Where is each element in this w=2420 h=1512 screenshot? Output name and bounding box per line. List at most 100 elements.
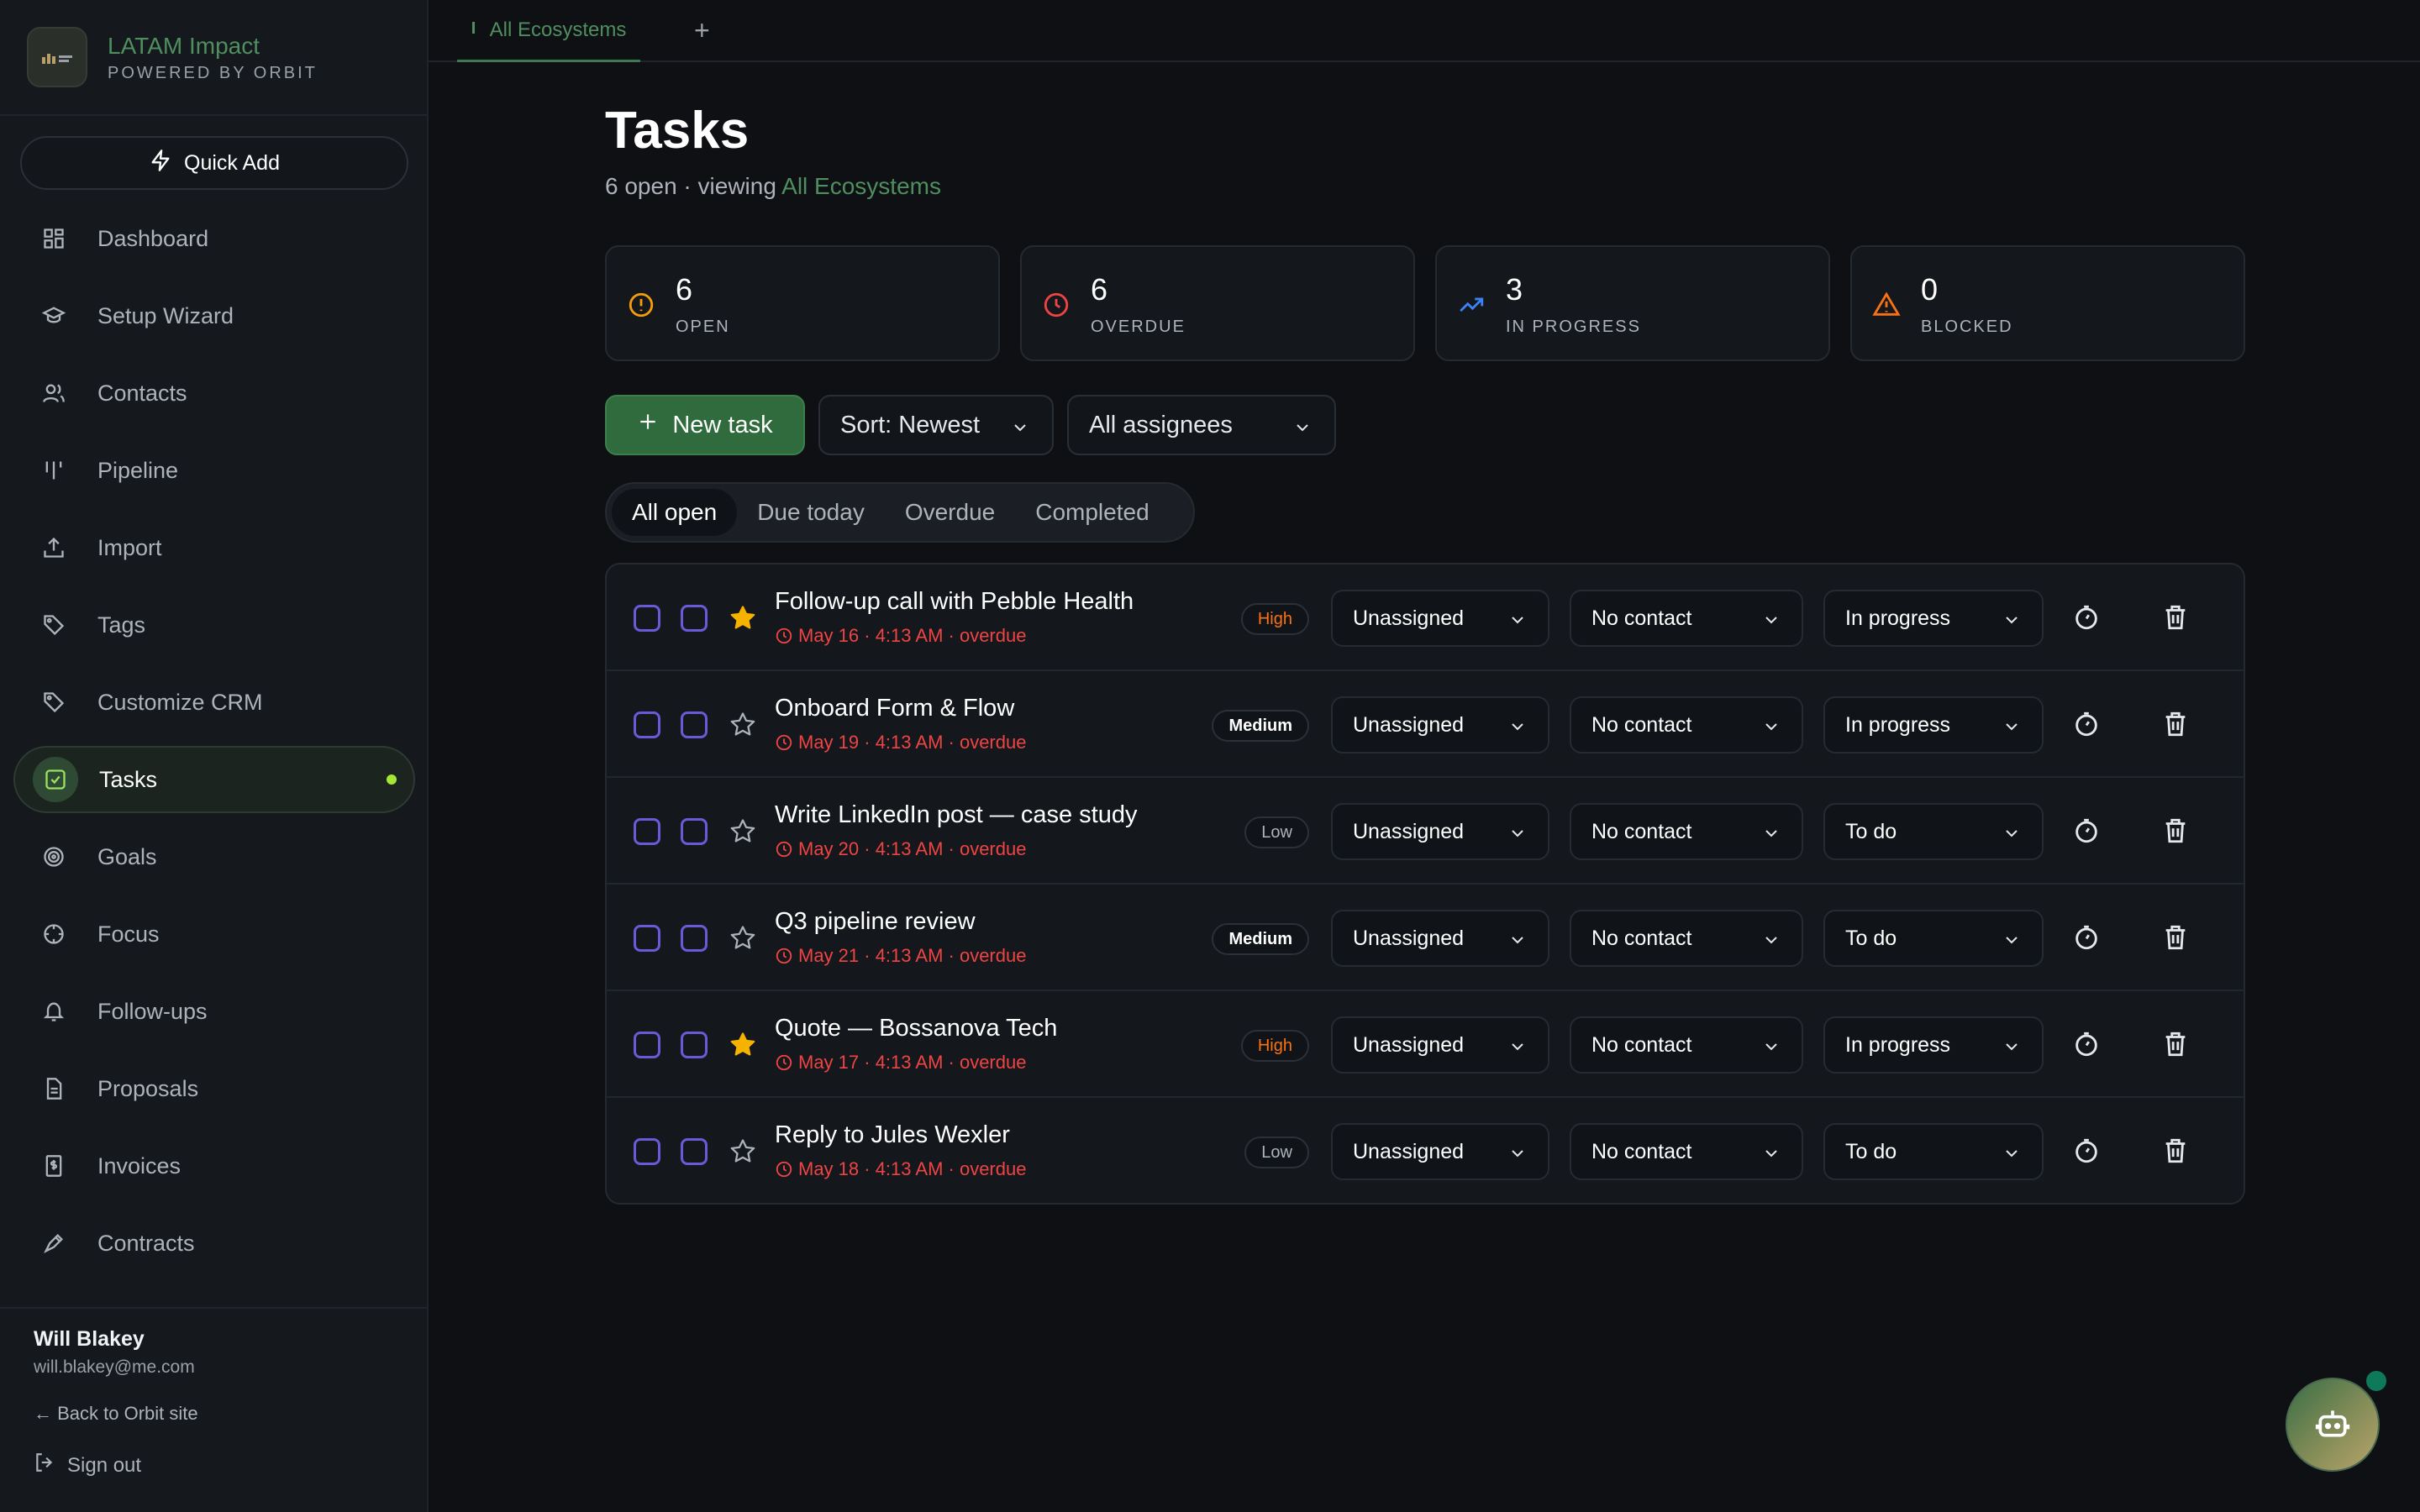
sign-out-label: Sign out xyxy=(67,1453,142,1477)
contact-value: No contact xyxy=(1591,606,1692,630)
sort-dropdown[interactable]: Sort: Newest xyxy=(818,395,1054,455)
select-checkbox[interactable] xyxy=(634,711,660,738)
task-title[interactable]: Write LinkedIn post — case study xyxy=(775,801,1137,829)
status-dropdown[interactable]: In progress xyxy=(1823,590,2044,647)
trash-icon[interactable] xyxy=(2161,1137,2190,1165)
assignee-filter-value: All assignees xyxy=(1089,411,1233,438)
assignee-dropdown[interactable]: Unassigned xyxy=(1331,1016,1549,1074)
sidebar-item-tags[interactable]: Tags xyxy=(13,591,415,659)
sidebar-item-dashboard[interactable]: Dashboard xyxy=(13,205,415,272)
task-due-text: May 17 · 4:13 AM · overdue xyxy=(798,1052,1027,1073)
contact-dropdown[interactable]: No contact xyxy=(1570,1123,1803,1180)
sign-out-button[interactable]: Sign out xyxy=(34,1452,141,1479)
status-dropdown[interactable]: To do xyxy=(1823,1123,2044,1180)
trash-icon[interactable] xyxy=(2161,603,2190,632)
tab-overdue[interactable]: Overdue xyxy=(885,489,1015,536)
assignee-dropdown[interactable]: Unassigned xyxy=(1331,910,1549,967)
task-due-text: May 18 · 4:13 AM · overdue xyxy=(798,1158,1027,1179)
complete-checkbox[interactable] xyxy=(681,711,708,738)
task-title[interactable]: Follow-up call with Pebble Health xyxy=(775,588,1134,616)
sidebar-item-label: Setup Wizard xyxy=(97,302,234,328)
status-dropdown[interactable]: To do xyxy=(1823,803,2044,860)
assignee-dropdown[interactable]: Unassigned xyxy=(1331,1123,1549,1180)
status-dropdown[interactable]: To do xyxy=(1823,910,2044,967)
task-title[interactable]: Onboard Form & Flow xyxy=(775,695,1014,722)
tab-all-open[interactable]: All open xyxy=(612,489,738,536)
complete-checkbox[interactable] xyxy=(681,925,708,952)
select-checkbox[interactable] xyxy=(634,605,660,632)
stat-card-blocked: 0 BLOCKED xyxy=(1850,245,2245,361)
select-checkbox[interactable] xyxy=(634,925,660,952)
assignee-dropdown[interactable]: Unassigned xyxy=(1331,696,1549,753)
sidebar-item-proposals[interactable]: Proposals xyxy=(13,1055,415,1122)
task-title[interactable]: Quote — Bossanova Tech xyxy=(775,1015,1057,1042)
contact-dropdown[interactable]: No contact xyxy=(1570,910,1803,967)
star-icon[interactable] xyxy=(728,923,758,953)
select-checkbox[interactable] xyxy=(634,1138,660,1165)
contact-dropdown[interactable]: No contact xyxy=(1570,803,1803,860)
status-dropdown[interactable]: In progress xyxy=(1823,696,2044,753)
tab-completed[interactable]: Completed xyxy=(1015,489,1169,536)
star-icon[interactable] xyxy=(728,1030,758,1060)
assignee-value: Unassigned xyxy=(1353,1139,1465,1163)
sidebar-item-label: Customize CRM xyxy=(97,689,263,715)
sidebar-item-customize-crm[interactable]: Customize CRM xyxy=(13,669,415,736)
add-tab-button[interactable]: + xyxy=(694,15,710,46)
complete-checkbox[interactable] xyxy=(681,1032,708,1058)
timer-icon[interactable] xyxy=(2072,603,2101,632)
sort-value: Sort: Newest xyxy=(840,411,980,438)
sidebar-item-contacts[interactable]: Contacts xyxy=(13,360,415,427)
trash-icon[interactable] xyxy=(2161,710,2190,738)
stat-card-overdue: 6 OVERDUE xyxy=(1020,245,1415,361)
star-icon[interactable] xyxy=(728,816,758,847)
sidebar-item-pipeline[interactable]: Pipeline xyxy=(13,437,415,504)
trash-icon[interactable] xyxy=(2161,1030,2190,1058)
task-title[interactable]: Reply to Jules Wexler xyxy=(775,1121,1010,1149)
contact-dropdown[interactable]: No contact xyxy=(1570,1016,1803,1074)
sidebar-item-tasks[interactable]: Tasks xyxy=(13,746,415,813)
complete-checkbox[interactable] xyxy=(681,605,708,632)
star-icon[interactable] xyxy=(728,1137,758,1167)
new-task-button[interactable]: New task xyxy=(605,395,805,455)
select-checkbox[interactable] xyxy=(634,1032,660,1058)
timer-icon[interactable] xyxy=(2072,710,2101,738)
timer-icon[interactable] xyxy=(2072,923,2101,952)
tab-due-today[interactable]: Due today xyxy=(737,489,885,536)
tab-all-ecosystems[interactable]: All Ecosystems xyxy=(457,0,640,62)
assignee-dropdown[interactable]: Unassigned xyxy=(1331,590,1549,647)
assignee-dropdown[interactable]: Unassigned xyxy=(1331,803,1549,860)
status-value: In progress xyxy=(1845,606,1951,630)
star-icon[interactable] xyxy=(728,710,758,740)
timer-icon[interactable] xyxy=(2072,1137,2101,1165)
status-value: In progress xyxy=(1845,1032,1951,1057)
clock-icon xyxy=(776,1161,792,1178)
sidebar-item-focus[interactable]: Focus xyxy=(13,900,415,968)
brand[interactable]: LATAM Impact POWERED BY ORBIT xyxy=(27,25,318,89)
sidebar-item-follow-ups[interactable]: Follow-ups xyxy=(13,978,415,1045)
assignee-filter-dropdown[interactable]: All assignees xyxy=(1067,395,1336,455)
sidebar-item-contracts[interactable]: Contracts xyxy=(13,1210,415,1277)
task-title[interactable]: Q3 pipeline review xyxy=(775,908,976,936)
select-checkbox[interactable] xyxy=(634,818,660,845)
timer-icon[interactable] xyxy=(2072,816,2101,845)
task-due-text: May 20 · 4:13 AM · overdue xyxy=(798,838,1027,859)
back-to-site-link[interactable]: ← Back to Orbit site xyxy=(34,1403,198,1425)
complete-checkbox[interactable] xyxy=(681,1138,708,1165)
contact-dropdown[interactable]: No contact xyxy=(1570,590,1803,647)
sidebar-item-goals[interactable]: Goals xyxy=(13,823,415,890)
quick-add-button[interactable]: Quick Add xyxy=(20,136,408,190)
sidebar-item-invoices[interactable]: Invoices xyxy=(13,1132,415,1200)
contact-dropdown[interactable]: No contact xyxy=(1570,696,1803,753)
timer-icon[interactable] xyxy=(2072,1030,2101,1058)
trash-icon[interactable] xyxy=(2161,923,2190,952)
sidebar-item-import[interactable]: Import xyxy=(13,514,415,581)
sidebar-item-setup-wizard[interactable]: Setup Wizard xyxy=(13,282,415,349)
subtitle-ecosystem-link[interactable]: All Ecosystems xyxy=(781,173,941,199)
contact-value: No contact xyxy=(1591,1032,1692,1057)
sidebar-item-label: Contracts xyxy=(97,1230,195,1256)
star-icon[interactable] xyxy=(728,603,758,633)
assistant-bot-button[interactable] xyxy=(2286,1378,2380,1472)
status-dropdown[interactable]: In progress xyxy=(1823,1016,2044,1074)
complete-checkbox[interactable] xyxy=(681,818,708,845)
trash-icon[interactable] xyxy=(2161,816,2190,845)
